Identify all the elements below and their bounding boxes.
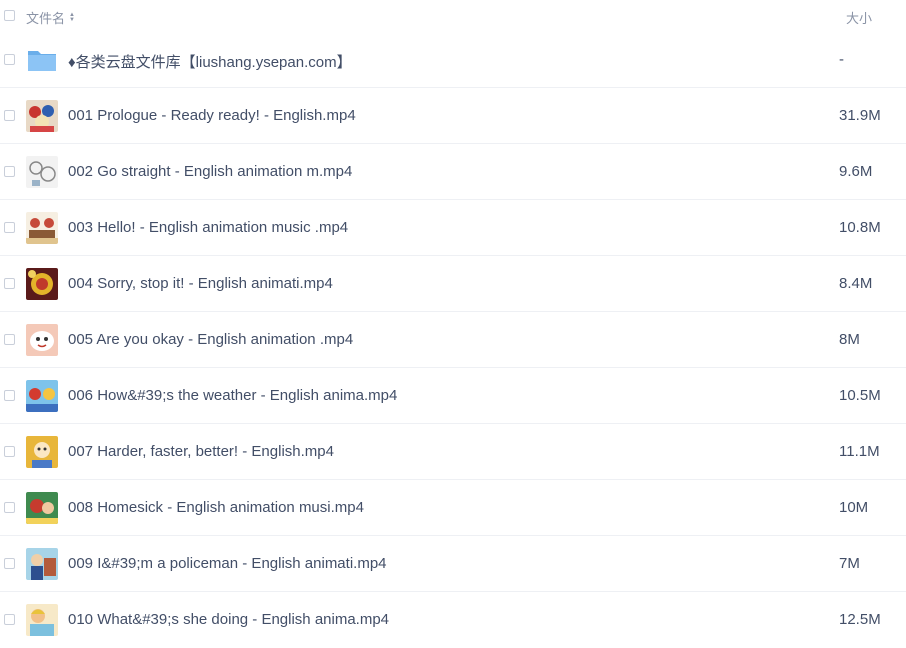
file-name[interactable]: 004 Sorry, stop it! - English animati.mp… [68,275,333,292]
video-thumbnail-icon [26,492,58,524]
row-checkbox[interactable] [4,278,15,289]
file-size: 7M [839,555,860,572]
video-thumbnail-icon [26,156,58,188]
list-item[interactable]: 002 Go straight - English animation m.mp… [0,144,906,200]
file-name[interactable]: 010 What&#39;s she doing - English anima… [68,611,389,628]
file-name[interactable]: 008 Homesick - English animation musi.mp… [68,499,364,516]
folder-icon [26,44,58,76]
video-thumbnail-icon [26,604,58,636]
file-size: 8M [839,331,860,348]
row-checkbox[interactable] [4,558,15,569]
row-checkbox[interactable] [4,110,15,121]
name-column-header[interactable]: 文件名 ▲ ▼ [26,8,75,27]
list-item[interactable]: 007 Harder, faster, better! - English.mp… [0,424,906,480]
sort-icon[interactable]: ▲ ▼ [69,12,75,23]
row-checkbox[interactable] [4,222,15,233]
list-header: 文件名 ▲ ▼ 大小 [0,0,906,32]
file-name[interactable]: 001 Prologue - Ready ready! - English.mp… [68,107,356,124]
video-thumbnail-icon [26,100,58,132]
file-size: 11.1M [839,443,880,460]
list-item[interactable]: 008 Homesick - English animation musi.mp… [0,480,906,536]
file-name[interactable]: 005 Are you okay - English animation .mp… [68,331,353,348]
row-checkbox[interactable] [4,390,15,401]
list-item[interactable]: 009 I&#39;m a policeman - English animat… [0,536,906,592]
video-thumbnail-icon [26,380,58,412]
select-all-checkbox[interactable] [4,10,15,21]
file-list: 文件名 ▲ ▼ 大小 ♦各类云盘文件库【liushang.ysepan.com】 … [0,0,906,648]
file-name[interactable]: 007 Harder, faster, better! - English.mp… [68,443,334,460]
row-checkbox[interactable] [4,334,15,345]
file-size: 31.9M [839,107,881,124]
file-size: 10M [839,499,869,516]
file-size: - [839,51,844,68]
file-size: 8.4M [839,275,873,292]
video-thumbnail-icon [26,324,58,356]
file-size: 9.6M [839,163,873,180]
file-size: 10.5M [839,387,881,404]
file-name[interactable]: 006 How&#39;s the weather - English anim… [68,387,397,404]
list-item[interactable]: 001 Prologue - Ready ready! - English.mp… [0,88,906,144]
file-size: 12.5M [839,611,881,628]
file-name[interactable]: ♦各类云盘文件库【liushang.ysepan.com】 [68,51,352,72]
video-thumbnail-icon [26,548,58,580]
list-item[interactable]: 004 Sorry, stop it! - English animati.mp… [0,256,906,312]
list-item[interactable]: 010 What&#39;s she doing - English anima… [0,592,906,648]
row-checkbox[interactable] [4,54,15,65]
file-name[interactable]: 003 Hello! - English animation music .mp… [68,219,348,236]
list-item[interactable]: ♦各类云盘文件库【liushang.ysepan.com】 - [0,32,906,88]
list-item[interactable]: 003 Hello! - English animation music .mp… [0,200,906,256]
name-column-label: 文件名 [26,11,66,26]
list-item[interactable]: 005 Are you okay - English animation .mp… [0,312,906,368]
row-checkbox[interactable] [4,502,15,513]
row-checkbox[interactable] [4,166,15,177]
file-size: 10.8M [839,219,881,236]
row-checkbox[interactable] [4,614,15,625]
video-thumbnail-icon [26,436,58,468]
file-name[interactable]: 009 I&#39;m a policeman - English animat… [68,555,387,572]
video-thumbnail-icon [26,212,58,244]
row-checkbox[interactable] [4,446,15,457]
video-thumbnail-icon [26,268,58,300]
size-column-header[interactable]: 大小 [846,8,872,27]
file-name[interactable]: 002 Go straight - English animation m.mp… [68,163,352,180]
list-item[interactable]: 006 How&#39;s the weather - English anim… [0,368,906,424]
